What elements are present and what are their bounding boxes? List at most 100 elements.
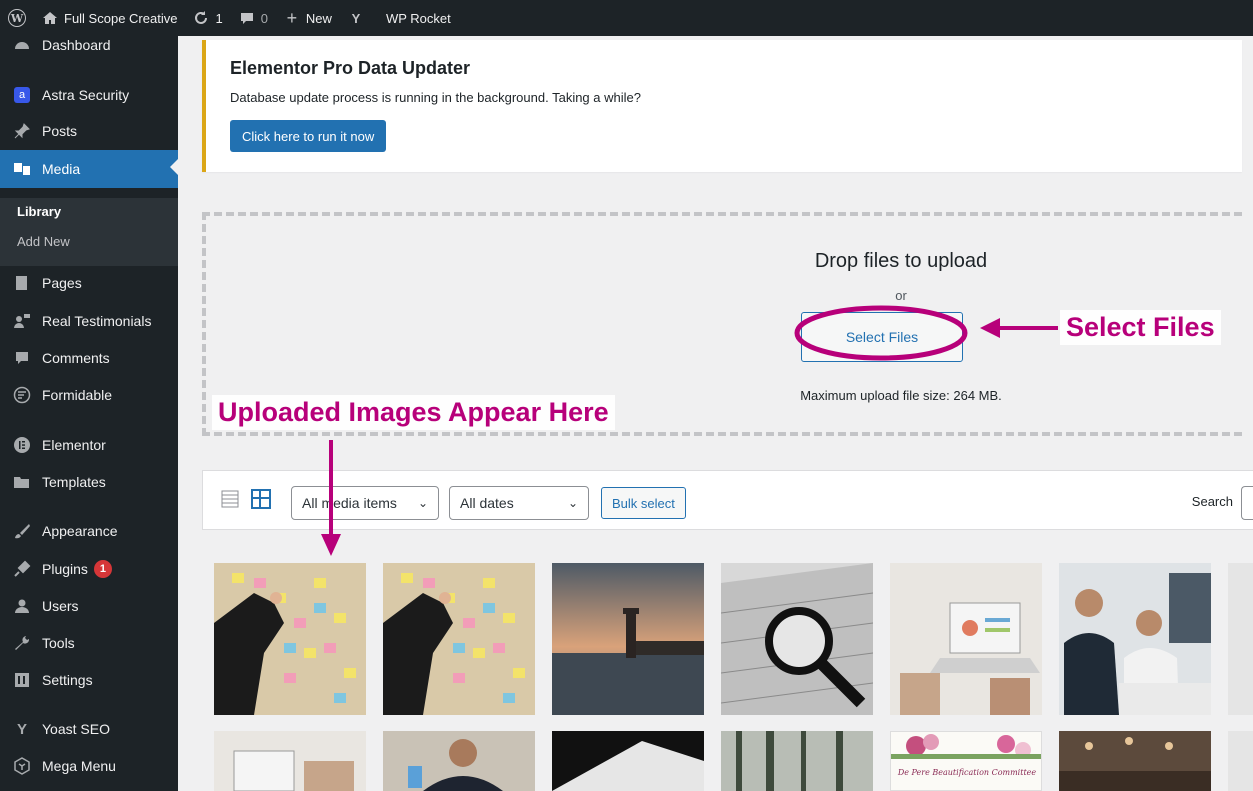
elementor-notice: Elementor Pro Data Updater Database upda… — [202, 40, 1242, 172]
sidebar-item-label: Pages — [42, 275, 82, 291]
media-type-filter[interactable]: All media items ⌄ — [291, 486, 439, 520]
search-label: Search — [1191, 494, 1233, 509]
media-thumbnail[interactable] — [552, 731, 704, 791]
select-files-button[interactable]: Select Files — [801, 312, 963, 362]
submenu-add-new[interactable]: Add New — [17, 234, 70, 249]
media-thumbnail[interactable] — [1228, 563, 1253, 715]
media-icon — [12, 159, 32, 179]
sidebar-item-comments[interactable]: Comments — [0, 341, 178, 375]
media-thumbnail[interactable] — [214, 731, 366, 791]
yoast-icon: Y — [351, 10, 361, 26]
wordpress-logo[interactable]: W — [8, 9, 26, 27]
sidebar-item-astra-security[interactable]: a Astra Security — [0, 78, 178, 112]
sidebar-item-label: Yoast SEO — [42, 721, 110, 737]
media-type-filter-value: All media items — [302, 495, 397, 511]
sidebar-item-label: Mega Menu — [42, 758, 116, 774]
sticky-notes-wall-image — [214, 563, 366, 715]
bulk-select-button[interactable]: Bulk select — [601, 487, 686, 519]
forest-image — [721, 731, 873, 791]
sidebar-item-templates[interactable]: Templates — [0, 465, 178, 499]
testimonial-icon — [12, 311, 32, 331]
plug-icon — [12, 559, 32, 579]
run-updater-button[interactable]: Click here to run it now — [230, 120, 387, 152]
laptop-meeting-image — [214, 731, 366, 791]
list-view-icon[interactable] — [221, 490, 239, 508]
page-icon — [12, 273, 32, 293]
media-thumbnail[interactable] — [383, 731, 535, 791]
notice-text: Database update process is running in th… — [230, 90, 641, 105]
sidebar-item-elementor[interactable]: Elementor — [0, 428, 178, 462]
sidebar-item-posts[interactable]: Posts — [0, 114, 178, 148]
media-submenu: Library Add New — [0, 198, 178, 266]
sidebar-item-label: Media — [42, 161, 81, 177]
yoast-link[interactable]: Y — [348, 10, 370, 26]
media-thumbnail[interactable] — [721, 563, 873, 715]
chevron-down-icon: ⌄ — [417, 496, 428, 510]
new-content-link[interactable]: + New — [284, 7, 332, 28]
submenu-library[interactable]: Library — [17, 204, 61, 219]
search-input[interactable] — [1241, 486, 1253, 520]
sidebar-item-users[interactable]: Users — [0, 589, 178, 623]
lighthouse-sea-image — [552, 563, 704, 715]
drop-title: Drop files to upload — [814, 250, 988, 272]
brush-icon — [12, 521, 32, 541]
media-thumbnail[interactable]: De Pere Beautification Committee — [890, 731, 1042, 791]
sidebar-item-media[interactable]: Media — [0, 150, 178, 188]
new-label: New — [305, 10, 332, 26]
sidebar-item-label: Tools — [42, 635, 75, 651]
grid-view-icon[interactable] — [251, 489, 271, 509]
sidebar-item-formidable[interactable]: Formidable — [0, 378, 178, 412]
media-thumbnail[interactable] — [552, 563, 704, 715]
pin-icon — [12, 121, 32, 141]
admin-sidebar: Dashboard a Astra Security Posts Media L… — [0, 36, 178, 791]
sidebar-item-label: Formidable — [42, 387, 113, 403]
media-thumbnail[interactable] — [383, 563, 535, 715]
sidebar-item-label: Posts — [42, 123, 78, 139]
plus-icon: + — [286, 7, 298, 28]
refresh-icon — [193, 10, 209, 26]
sidebar-item-mega-menu[interactable]: Mega Menu — [0, 749, 178, 783]
uploaded-images-annotation: Uploaded Images Appear Here — [212, 395, 615, 430]
sidebar-item-appearance[interactable]: Appearance — [0, 514, 178, 548]
man-with-phone-image — [383, 731, 535, 791]
sidebar-item-label: Real Testimonials — [42, 313, 152, 329]
media-thumbnail[interactable] — [721, 731, 873, 791]
astra-icon: a — [12, 85, 32, 105]
mega-menu-icon — [12, 756, 32, 776]
sidebar-item-label: Elementor — [42, 437, 106, 453]
media-thumbnail[interactable] — [214, 563, 366, 715]
site-name: Full Scope Creative — [64, 10, 178, 26]
admin-bar: W Full Scope Creative 1 0 + New Y WP Roc… — [0, 0, 1253, 36]
sidebar-item-label: Astra Security — [42, 87, 130, 103]
business-men-image — [1059, 563, 1211, 715]
thumbnail-caption: De Pere Beautification Committee — [897, 768, 1037, 777]
sidebar-item-plugins[interactable]: Plugins 1 — [0, 552, 178, 586]
folder-icon — [12, 472, 32, 492]
sidebar-item-label: Comments — [42, 350, 110, 366]
select-files-annotation: Select Files — [1060, 310, 1221, 345]
wp-rocket-link[interactable]: WP Rocket — [386, 11, 451, 26]
media-thumbnail[interactable] — [1228, 731, 1253, 791]
media-thumbnail[interactable] — [1059, 563, 1211, 715]
media-thumbnail[interactable] — [1059, 731, 1211, 791]
sidebar-item-real-testimonials[interactable]: Real Testimonials — [0, 304, 178, 338]
site-name-link[interactable]: Full Scope Creative — [42, 10, 177, 26]
media-thumbnail[interactable] — [890, 563, 1042, 715]
sidebar-item-label: Plugins — [42, 561, 88, 577]
wrench-icon — [12, 633, 32, 653]
media-toolbar: All media items ⌄ All dates ⌄ Bulk selec… — [202, 470, 1253, 530]
sidebar-item-dashboard[interactable]: Dashboard — [0, 28, 178, 62]
date-filter[interactable]: All dates ⌄ — [449, 486, 589, 520]
notice-title: Elementor Pro Data Updater — [230, 58, 471, 78]
sidebar-item-pages[interactable]: Pages — [0, 266, 178, 300]
sidebar-item-settings[interactable]: Settings — [0, 663, 178, 697]
comments-link[interactable]: 0 — [239, 10, 268, 26]
updates-link[interactable]: 1 — [193, 10, 223, 26]
yoast-icon: Y — [16, 720, 27, 738]
chevron-down-icon: ⌄ — [567, 496, 578, 510]
users-icon — [12, 596, 32, 616]
sidebar-item-yoast-seo[interactable]: Y Yoast SEO — [0, 712, 178, 746]
sidebar-item-label: Appearance — [42, 523, 118, 539]
sidebar-item-tools[interactable]: Tools — [0, 626, 178, 660]
date-filter-value: All dates — [460, 495, 514, 511]
